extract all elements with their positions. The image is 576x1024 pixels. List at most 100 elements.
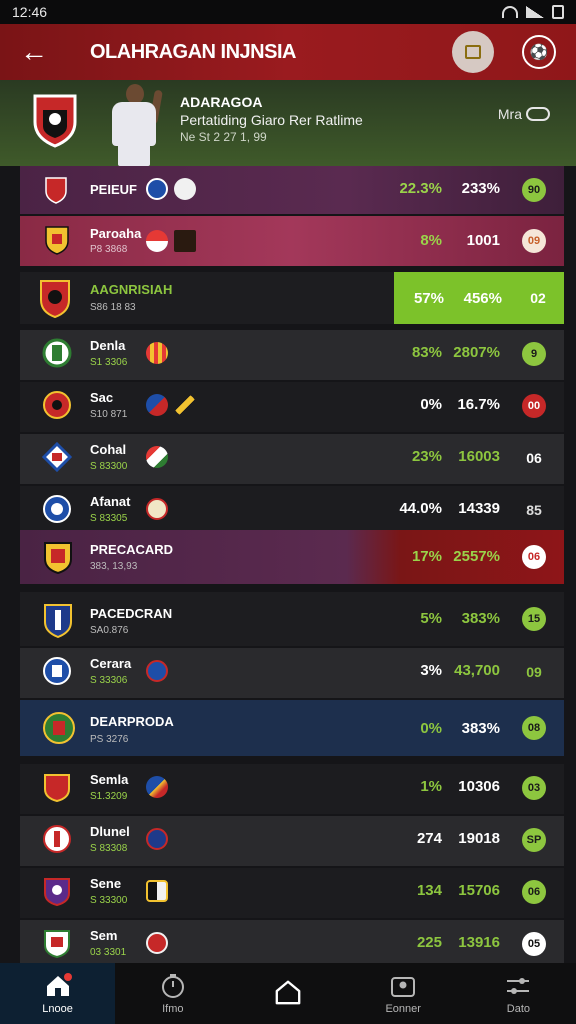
nav-data[interactable]: Dato (461, 963, 576, 1024)
team-name: Denla (90, 338, 126, 353)
mini-crests (146, 776, 168, 798)
mini-crests (146, 178, 196, 200)
row-badge: 09 (522, 229, 546, 253)
mini-crest-icon (146, 776, 168, 798)
mini-crest-icon (146, 828, 168, 850)
team-name: Sac (90, 390, 114, 405)
list-item[interactable]: PEIEUF 22.3% 233% 90 (20, 166, 564, 214)
mini-crest-icon (146, 446, 168, 468)
hero-meta: Ne St 2 27 1, 99 (180, 130, 267, 144)
nav-timer[interactable]: Ifmo (115, 963, 230, 1024)
nav-profile-label: Eonner (385, 1002, 421, 1015)
hero-name: ADARAGOA (180, 94, 263, 110)
nav-house[interactable] (230, 963, 345, 1024)
status-time: 12:46 (12, 4, 48, 20)
team-sub: 03 3301 (90, 947, 127, 958)
row-value: 233% (461, 180, 500, 197)
house-outline-icon (274, 979, 302, 1005)
list-item[interactable]: Paroaha P8 3868 8% 1001 09 (20, 216, 564, 266)
mini-crests (146, 932, 168, 954)
row-value: 2807% (453, 344, 500, 361)
row-percent: 5% (420, 610, 442, 627)
mini-crests (146, 660, 168, 682)
team-crest-icon (42, 656, 72, 691)
list-item[interactable]: DEARPRODA PS 3276 0% 383% 08 (20, 700, 564, 756)
row-value: 383% (461, 720, 500, 737)
nav-home-label: Lnooe (42, 1002, 73, 1015)
soccer-ball-button[interactable]: ⚽ (522, 35, 556, 69)
mini-crest-icon (174, 394, 196, 416)
row-badge: 06 (522, 545, 546, 569)
hero-banner[interactable]: ADARAGOA Pertatiding Giaro Rer Ratlime N… (0, 80, 576, 166)
chat-icon (465, 45, 481, 59)
mini-crest-icon (146, 342, 168, 364)
status-icons (502, 5, 564, 19)
team-name: PRECACARD (90, 542, 174, 557)
list-item[interactable]: Afanat S 83305 44.0% 14339 85 (20, 486, 564, 536)
team-sub: S 83308 (90, 843, 128, 854)
row-percent: 8% (420, 232, 442, 249)
row-value: 2557% (453, 548, 500, 565)
team-crest-icon (42, 338, 72, 373)
list-item[interactable]: Denla S1 3306 83% 2807% 9 (20, 330, 564, 380)
mini-crest-icon (146, 880, 168, 902)
back-arrow-icon[interactable]: ← (20, 38, 54, 66)
team-sub: S 83300 (90, 461, 128, 472)
team-name: Cerara (90, 656, 132, 671)
team-sub: P8 3868 (90, 244, 128, 255)
team-crest-icon (42, 772, 72, 807)
row-value: 1001 (466, 232, 500, 249)
signal-icon (526, 6, 544, 18)
list-item[interactable]: Cohal S 83300 23% 16003 06 (20, 434, 564, 484)
list-item[interactable]: Cerara S 33306 3% 43,700 09 (20, 648, 564, 698)
team-name: Cohal (90, 442, 127, 457)
list-item[interactable]: PRECACARD 383, 13,93 17% 2557% 06 (20, 530, 564, 584)
hero-more-label: Mra (497, 106, 522, 122)
row-badge: 05 (522, 932, 546, 956)
row-value: 15706 (458, 882, 500, 899)
mini-crests (146, 498, 168, 520)
mini-crests (146, 230, 196, 252)
list-item[interactable]: AAGNRISIAH S86 18 83 (20, 272, 396, 324)
team-sub: 383, 13,93 (90, 561, 138, 572)
mini-crest-icon (146, 660, 168, 682)
row-percent: 3% (420, 662, 442, 679)
nav-profile[interactable]: Eonner (346, 963, 461, 1024)
row-percent: 274 (416, 830, 442, 847)
list-item[interactable]: Sene S 33300 134 15706 06 (20, 868, 564, 918)
highlight-cell[interactable]: 57% 456% 02 (394, 272, 564, 324)
row-badge: 06 (526, 450, 542, 466)
team-name: Sem (90, 928, 118, 943)
hero-more-button[interactable]: Mra (498, 106, 550, 122)
team-crest-icon (42, 602, 74, 643)
row-badge: 90 (522, 178, 546, 202)
team-crest-icon (44, 176, 68, 209)
row-percent: 225 (416, 934, 442, 951)
team-sub: S 33306 (90, 675, 128, 686)
row-value: 19018 (458, 830, 500, 847)
sliders-icon (504, 973, 532, 999)
row-value: 43,700 (454, 662, 500, 679)
stopwatch-icon (159, 973, 187, 999)
mini-crest-icon (174, 230, 196, 252)
team-crest-icon (42, 928, 72, 963)
mini-crest-icon (146, 178, 168, 200)
team-crest-icon (41, 441, 73, 477)
row-badge: 08 (522, 716, 546, 740)
mini-crests (146, 342, 168, 364)
list-item[interactable]: Sem 03 3301 225 13916 05 (20, 920, 564, 963)
list-item[interactable]: Dlunel S 83308 274 19018 SP (20, 816, 564, 866)
chat-button[interactable] (452, 31, 494, 73)
team-crest-icon (42, 540, 74, 579)
team-crest-icon (42, 710, 76, 751)
list-item[interactable]: Semla S1.3209 1% 10306 03 (20, 764, 564, 814)
nav-home[interactable]: Lnooe (0, 963, 116, 1024)
row-badge: 00 (522, 394, 546, 418)
list-item[interactable]: PACEDCRAN SA0.876 5% 383% 15 (20, 592, 564, 646)
user-card-icon (389, 973, 417, 999)
row-percent: 0% (420, 396, 442, 413)
row-value: 16.7% (457, 396, 500, 413)
list-item[interactable]: Sac S10 871 0% 16.7% 00 (20, 382, 564, 432)
nav-timer-label: Ifmo (162, 1002, 184, 1015)
bottom-nav: Lnooe Ifmo Eonner Dato (0, 963, 576, 1024)
